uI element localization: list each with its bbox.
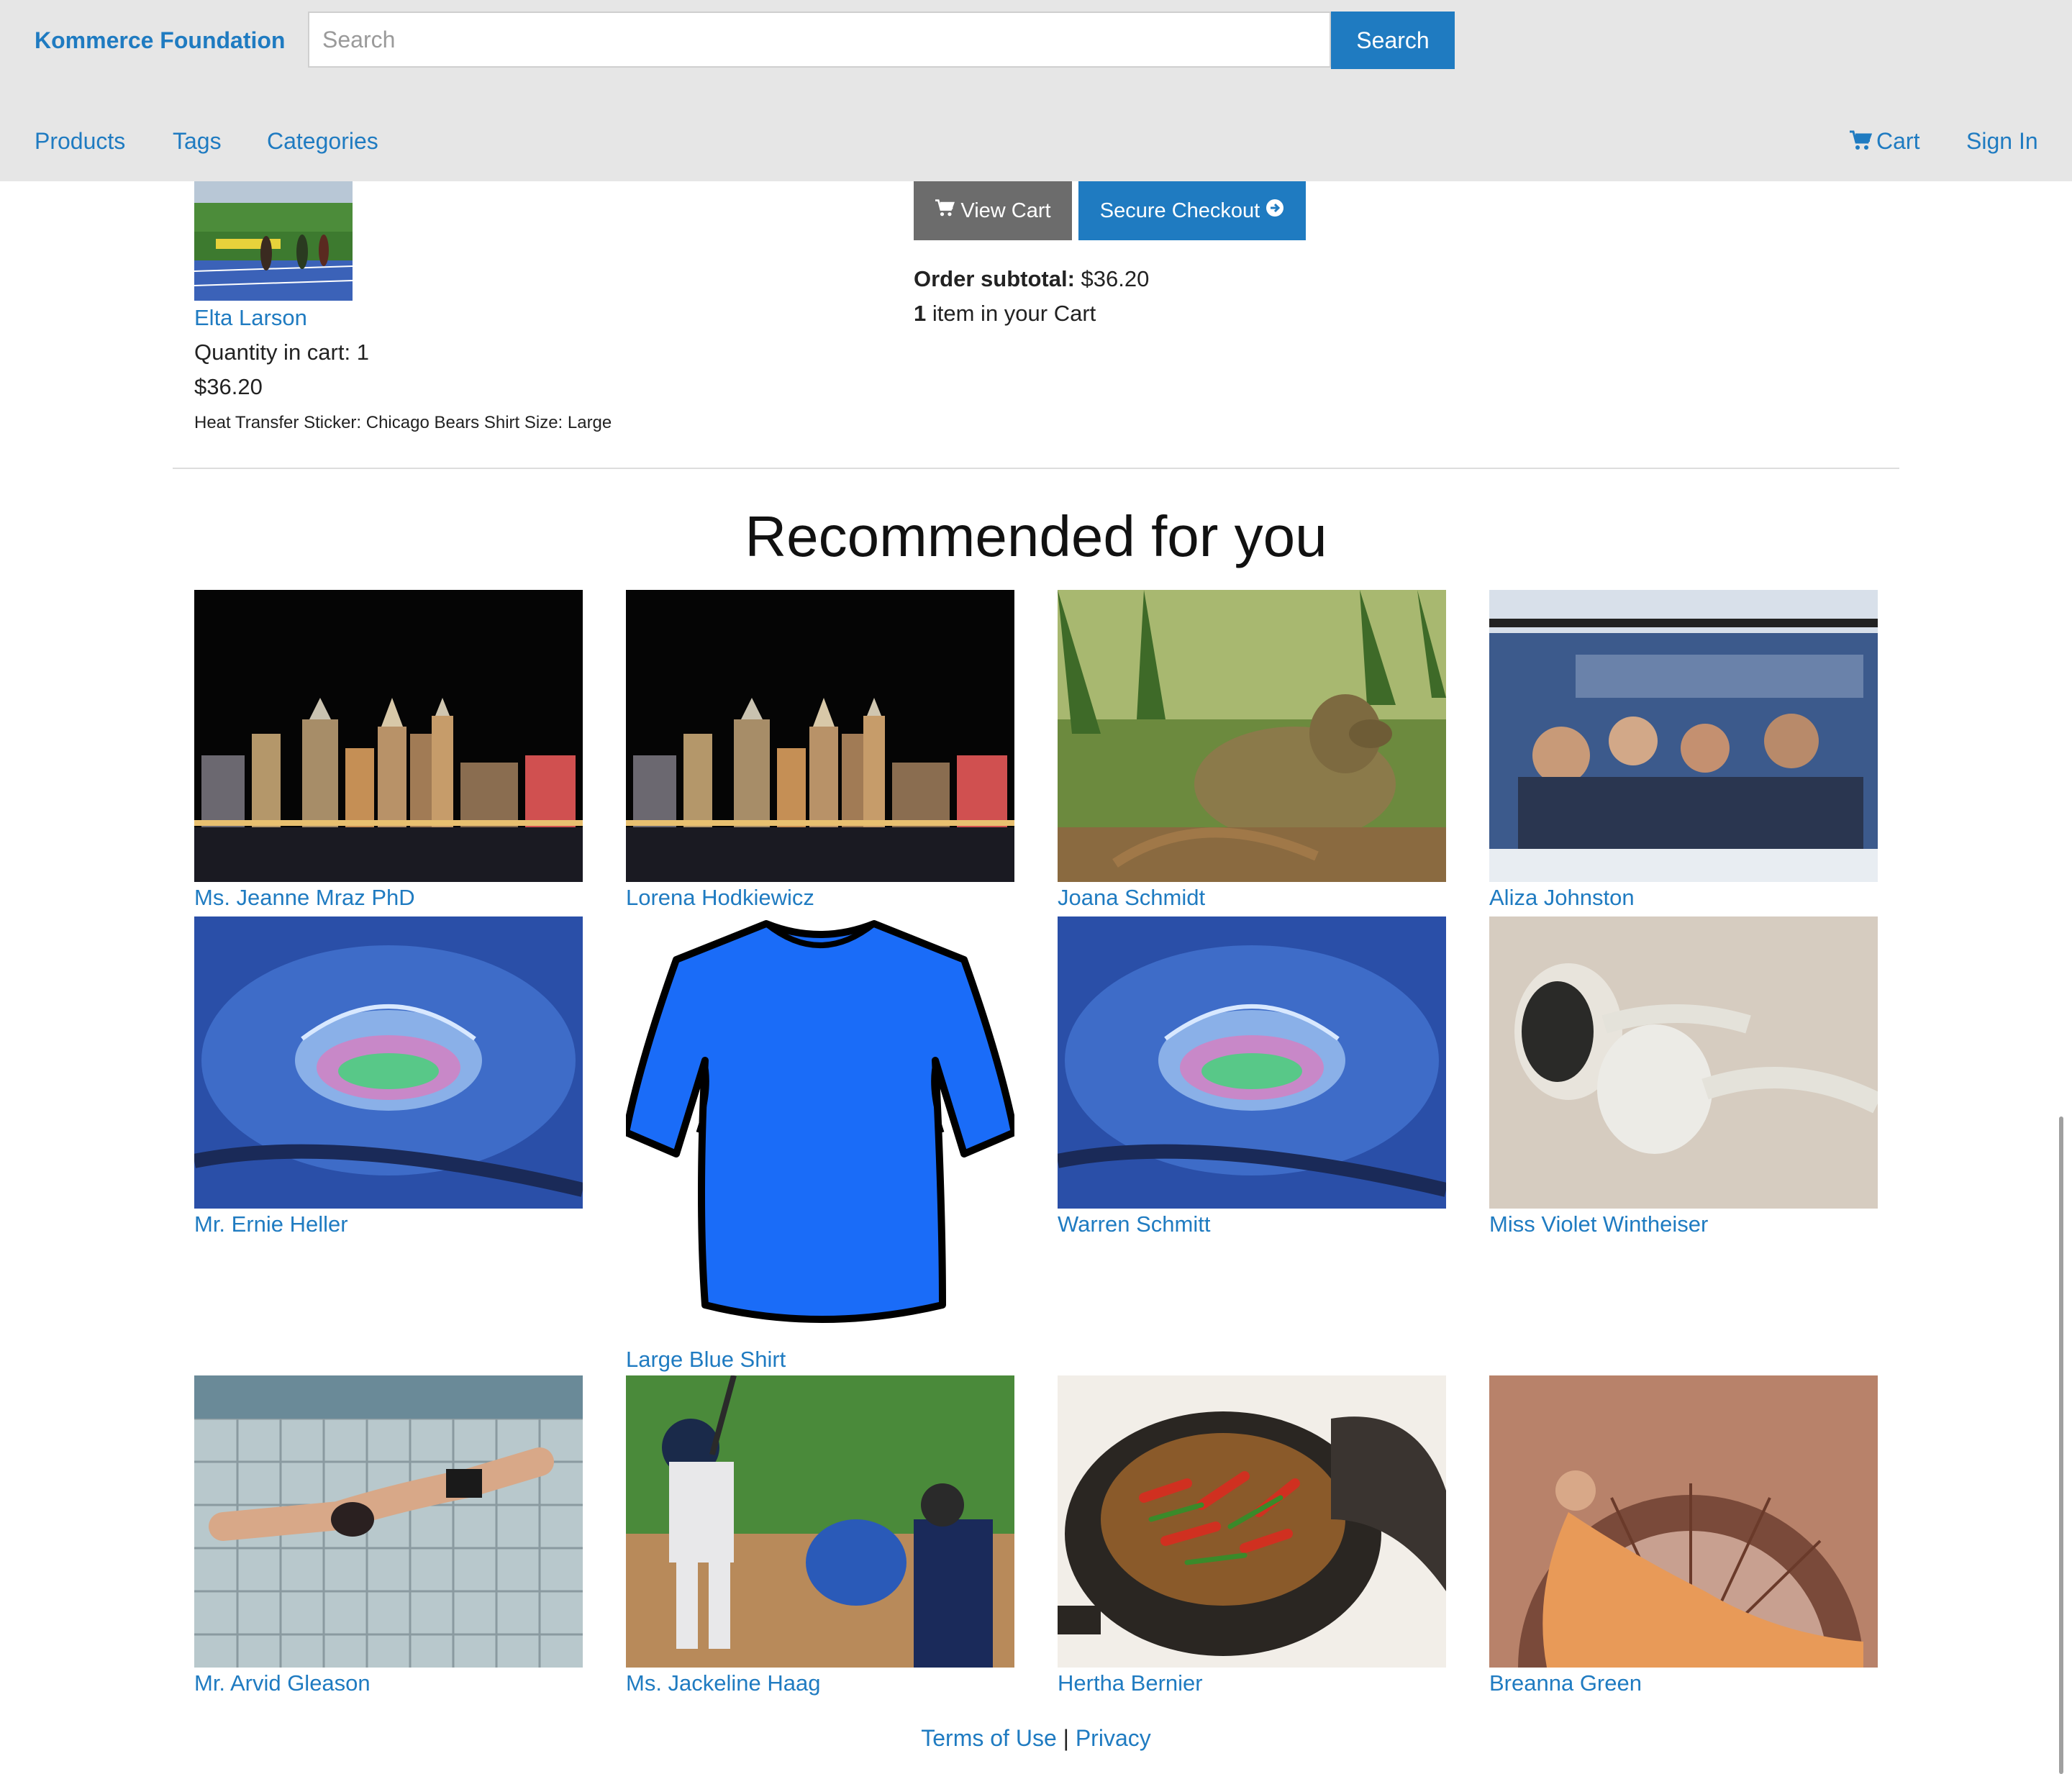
privacy-link[interactable]: Privacy — [1076, 1725, 1151, 1751]
product-image-water-drop[interactable] — [194, 916, 583, 1209]
product-name[interactable]: Joana Schmidt — [1058, 885, 1205, 911]
product-image-city-night[interactable] — [626, 590, 1014, 882]
cart-icon — [1849, 129, 1873, 157]
product-image-swimmer[interactable] — [194, 1375, 583, 1668]
arrow-circle-right-icon — [1266, 199, 1284, 223]
site-footer: Terms of Use | Privacy — [0, 1725, 2072, 1752]
secure-checkout-button[interactable]: Secure Checkout — [1078, 181, 1306, 240]
product-name[interactable]: Hertha Bernier — [1058, 1670, 1203, 1696]
footer-separator: | — [1063, 1725, 1069, 1751]
secure-checkout-label: Secure Checkout — [1099, 199, 1260, 222]
product-name[interactable]: Miss Violet Wintheiser — [1489, 1211, 1708, 1237]
product-image-city-night[interactable] — [194, 590, 583, 882]
site-header: Kommerce Foundation Search Products Tags… — [0, 0, 2072, 181]
section-divider — [173, 468, 1899, 469]
nav-cart[interactable]: Cart — [1849, 128, 1919, 157]
product-image-baseball[interactable] — [626, 1375, 1014, 1668]
cart-item-quantity: Quantity in cart: 1 — [194, 340, 369, 365]
cart-item-description: Heat Transfer Sticker: Chicago Bears Shi… — [194, 413, 612, 432]
nav-products[interactable]: Products — [35, 128, 125, 155]
product-image-earbuds[interactable] — [1489, 916, 1878, 1209]
product-name[interactable]: Breanna Green — [1489, 1670, 1642, 1696]
order-subtotal-label: Order subtotal: — [914, 266, 1075, 291]
view-cart-label: View Cart — [960, 199, 1051, 222]
product-image-water-drop[interactable] — [1058, 916, 1446, 1209]
cart-icon — [935, 199, 955, 223]
product-image-people-bus[interactable] — [1489, 590, 1878, 882]
product-name[interactable]: Ms. Jackeline Haag — [626, 1670, 821, 1696]
cart-item-count: 1 item in your Cart — [914, 301, 1096, 327]
nav-tags[interactable]: Tags — [173, 128, 222, 155]
product-image-woman-painting[interactable] — [1489, 1375, 1878, 1668]
order-subtotal: Order subtotal: $36.20 — [914, 266, 1149, 292]
product-name[interactable]: Large Blue Shirt — [626, 1347, 786, 1373]
page-scrollbar[interactable] — [2059, 1116, 2063, 1774]
view-cart-button[interactable]: View Cart — [914, 181, 1072, 240]
nav-categories[interactable]: Categories — [267, 128, 378, 155]
product-name[interactable]: Ms. Jeanne Mraz PhD — [194, 885, 415, 911]
product-name[interactable]: Mr. Arvid Gleason — [194, 1670, 371, 1696]
cart-item-count-text: item in your Cart — [932, 301, 1096, 326]
recommended-title: Recommended for you — [745, 504, 1327, 568]
order-subtotal-value: $36.20 — [1081, 266, 1150, 291]
search-input[interactable] — [308, 12, 1331, 68]
product-name[interactable]: Aliza Johnston — [1489, 885, 1635, 911]
product-image-blue-shirt[interactable] — [626, 916, 1014, 1334]
cart-item-count-number: 1 — [914, 301, 927, 326]
nav-cart-label: Cart — [1876, 128, 1920, 154]
brand-logo[interactable]: Kommerce Foundation — [35, 27, 285, 54]
product-image-deer[interactable] — [1058, 590, 1446, 882]
nav-sign-in[interactable]: Sign In — [1966, 128, 2038, 155]
product-name[interactable]: Warren Schmitt — [1058, 1211, 1210, 1237]
search-button[interactable]: Search — [1331, 12, 1455, 69]
cart-item-price: $36.20 — [194, 374, 263, 399]
product-name[interactable]: Lorena Hodkiewicz — [626, 885, 814, 911]
cart-item-image[interactable] — [194, 181, 353, 301]
product-image-food-pot[interactable] — [1058, 1375, 1446, 1668]
product-name[interactable]: Mr. Ernie Heller — [194, 1211, 348, 1237]
terms-of-use-link[interactable]: Terms of Use — [921, 1725, 1056, 1751]
cart-item-name[interactable]: Elta Larson — [194, 305, 307, 331]
